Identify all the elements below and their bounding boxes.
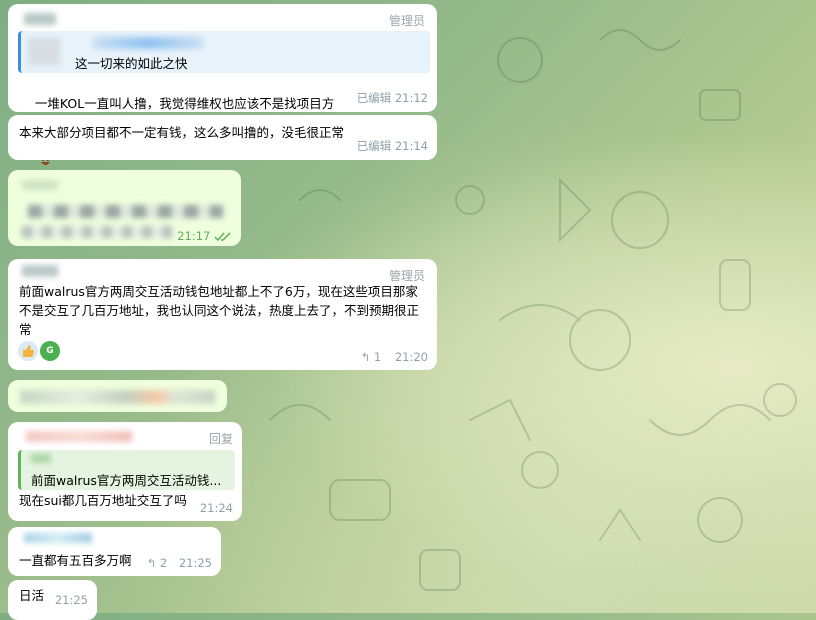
- admin-badge: 管理员: [388, 14, 425, 28]
- message-text: 本来大部分项目都不一定有钱，这么多叫撸的，没毛很正常: [19, 125, 345, 140]
- sticker-icon[interactable]: G: [40, 341, 60, 361]
- blurred-content: [22, 226, 172, 238]
- quoted-message[interactable]: 前面walrus官方两周交互活动钱...: [18, 450, 235, 490]
- reply-arrow-icon: ↰: [360, 350, 371, 364]
- blurred-content: [22, 180, 58, 190]
- sender-name[interactable]: [26, 431, 132, 442]
- reply-label: 回复: [208, 432, 233, 446]
- message-bubble[interactable]: 日活 21:25: [8, 580, 97, 620]
- quote-text: 前面walrus官方两周交互活动钱...: [31, 473, 222, 488]
- blurred-content: [28, 205, 223, 218]
- message-meta: 已编辑 21:12: [356, 91, 428, 105]
- quoted-message[interactable]: 这一切来的如此之快: [18, 31, 430, 73]
- message-text: 前面walrus官方两周交互活动钱包地址都上不了6万，现在这些项目那家不是交互了…: [19, 284, 420, 337]
- reply-arrow-icon: ↰: [146, 556, 157, 570]
- message-meta: 21:17: [177, 229, 232, 243]
- message-bubble[interactable]: 回复 前面walrus官方两周交互活动钱... 现在sui都几百万地址交互了吗 …: [8, 422, 242, 521]
- reply-count[interactable]: 2: [160, 556, 167, 570]
- message-text: 日活: [19, 588, 45, 603]
- message-bubble[interactable]: 本来大部分项目都不一定有钱，这么多叫撸的，没毛很正常 已编辑 21:14: [8, 115, 437, 160]
- thumbs-up-icon[interactable]: [18, 341, 38, 361]
- sender-name[interactable]: [24, 13, 56, 25]
- message-meta: 21:25: [54, 593, 88, 607]
- blurred-content: [20, 390, 215, 404]
- message-text: 一直都有五百多万啊: [19, 553, 132, 568]
- outgoing-message-bubble[interactable]: 21:17: [8, 170, 241, 246]
- message-meta: ↰ 1 21:20: [360, 350, 428, 364]
- message-meta: ↰ 2 21:25: [146, 556, 212, 570]
- quote-sender: [31, 454, 51, 463]
- message-meta: 21:24: [199, 501, 233, 515]
- message-bubble[interactable]: 一直都有五百多万啊 ↰ 2 21:25: [8, 527, 221, 576]
- reply-count[interactable]: 1: [374, 350, 381, 364]
- sender-name[interactable]: [22, 265, 58, 277]
- message-meta: 已编辑 21:14: [356, 139, 428, 153]
- read-check-icon: [214, 231, 231, 241]
- outgoing-message-bubble[interactable]: [8, 380, 227, 412]
- message-bubble[interactable]: 管理员 前面walrus官方两周交互活动钱包地址都上不了6万，现在这些项目那家不…: [8, 259, 437, 370]
- message-text: 现在sui都几百万地址交互了吗: [19, 493, 187, 508]
- quote-thumbnail: [28, 37, 60, 65]
- quote-sender: [93, 37, 203, 49]
- sender-name[interactable]: [24, 533, 92, 543]
- quote-text: 这一切来的如此之快: [75, 56, 188, 71]
- message-bubble[interactable]: 管理员 这一切来的如此之快 一堆KOL一直叫人撸，我觉得维权也应该不是找项目方 …: [8, 4, 437, 165]
- reactions: G: [18, 341, 60, 361]
